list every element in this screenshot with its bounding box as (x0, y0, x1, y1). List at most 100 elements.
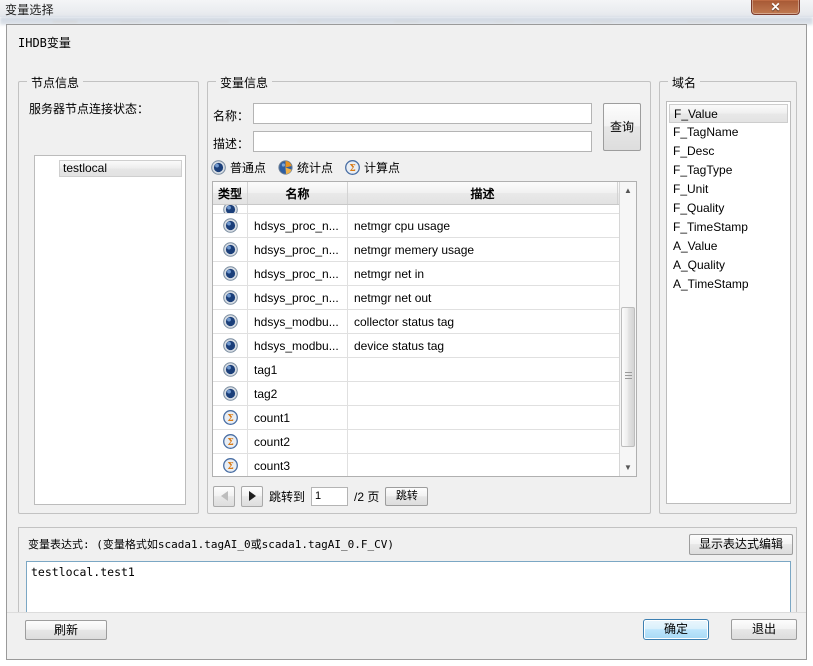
table-cell-name: hdsys_proc_n... (248, 238, 348, 261)
expression-label: 变量表达式: (变量格式如scada1.tagAI_0或scada1.tagAI… (28, 538, 395, 551)
normal-point-icon (213, 310, 248, 333)
normal-point-icon (213, 382, 248, 405)
table-cell-name: tag1 (248, 358, 348, 381)
table-row[interactable]: hdsys_modbu... collector status tag (213, 310, 621, 334)
table-row[interactable]: hdsys_modbu... device status tag (213, 334, 621, 358)
scrollbar-grip-icon (625, 372, 632, 379)
table-row[interactable]: Σcount1 (213, 406, 621, 430)
calculation-point-icon: Σ (213, 454, 248, 476)
point-type-calculation[interactable]: Σ 计算点 (345, 159, 400, 176)
pagination-bar: 跳转到 /2 页 跳转 (213, 485, 429, 507)
variable-table[interactable]: 类型 名称 描述 hdsys_proc_n... netmgr cpu usage… (212, 181, 637, 477)
name-input[interactable] (253, 103, 592, 124)
normal-point-icon (213, 214, 248, 237)
domain-list-item[interactable]: F_Unit (667, 180, 790, 199)
svg-text:Σ: Σ (349, 164, 355, 174)
table-cell-name: hdsys_modbu... (248, 334, 348, 357)
table-cell-description (348, 358, 621, 381)
table-row[interactable]: hdsys_proc_n... netmgr net in (213, 262, 621, 286)
query-button[interactable]: 查询 (603, 103, 641, 151)
node-tree[interactable]: testlocal (34, 155, 186, 505)
table-row[interactable]: hdsys_proc_n... netmgr memery usage (213, 238, 621, 262)
ihdb-section-label: IHDB变量 (18, 36, 71, 50)
table-cell-description: device status tag (354, 338, 445, 353)
table-header-desc: 描述 (348, 182, 618, 204)
table-header-row: 类型 名称 描述 (213, 182, 636, 205)
domain-list-item[interactable]: A_Quality (667, 256, 790, 275)
table-cell-name: count2 (248, 430, 348, 453)
table-cell-description: netmgr net in (354, 266, 425, 281)
variable-info-legend: 变量信息 (216, 74, 273, 91)
table-vertical-scrollbar[interactable]: ▲ ▼ (619, 182, 636, 476)
normal-point-icon (213, 262, 248, 285)
show-expression-editor-button[interactable]: 显示表达式编辑 (689, 534, 793, 555)
table-cell-name: hdsys_proc_n... (248, 214, 348, 237)
table-cell-description (348, 406, 621, 429)
variable-selection-dialog: IHDB变量 节点信息 服务器节点连接状态： testlocal 变量信息 名称… (6, 24, 807, 660)
table-row[interactable]: Σcount3 (213, 454, 621, 476)
table-cell-name: count1 (248, 406, 348, 429)
total-pages-label: /2 页 (354, 489, 380, 504)
table-cell-description: netmgr memery usage (354, 242, 475, 257)
arrow-right-icon (248, 491, 256, 501)
domain-list-item[interactable]: F_TagName (667, 123, 790, 142)
point-type-statistic[interactable]: 统计点 (278, 159, 333, 176)
domain-list-item[interactable]: F_Value (669, 104, 788, 123)
scrollbar-thumb[interactable] (621, 307, 635, 447)
point-type-calculation-label: 计算点 (364, 160, 401, 175)
calculation-point-icon: Σ (213, 406, 248, 429)
normal-point-icon (213, 238, 248, 261)
table-cell-name: tag2 (248, 382, 348, 405)
refresh-button[interactable]: 刷新 (25, 620, 107, 640)
table-cell-name: count3 (248, 454, 348, 476)
window-title: 变量选择 (5, 3, 54, 17)
page-number-input[interactable] (311, 486, 349, 506)
point-type-statistic-label: 统计点 (297, 160, 334, 175)
table-cell-name: hdsys_proc_n... (248, 286, 348, 309)
domain-list-item[interactable]: F_Desc (667, 142, 790, 161)
close-icon: ✕ (770, 0, 781, 14)
table-row[interactable]: tag1 (213, 358, 621, 382)
table-cell-description: netmgr cpu usage (354, 218, 451, 233)
domain-legend: 域名 (668, 74, 701, 91)
exit-button[interactable]: 退出 (731, 619, 797, 640)
node-tree-item-testlocal[interactable]: testlocal (59, 160, 182, 177)
point-type-legend: 普通点 统计点 Σ 计算点 (211, 158, 407, 176)
close-button[interactable]: ✕ (751, 0, 800, 15)
previous-page-button[interactable] (213, 485, 235, 507)
domain-list-item[interactable]: A_TimeStamp (667, 275, 790, 294)
ok-button[interactable]: 确定 (643, 619, 709, 640)
statistic-point-icon (278, 159, 293, 175)
table-row[interactable] (213, 205, 621, 214)
normal-point-icon (213, 334, 248, 357)
table-row[interactable]: Σcount2 (213, 430, 621, 454)
table-row[interactable]: hdsys_proc_n... netmgr cpu usage (213, 214, 621, 238)
table-row[interactable]: tag2 (213, 382, 621, 406)
scroll-down-icon[interactable]: ▼ (620, 459, 636, 476)
next-page-button[interactable] (241, 485, 263, 507)
calculation-point-icon: Σ (213, 430, 248, 453)
name-label: 名称： (213, 109, 250, 123)
dialog-footer: 刷新 确定 退出 (7, 612, 806, 659)
table-row[interactable]: hdsys_proc_n... netmgr net out (213, 286, 621, 310)
svg-text:Σ: Σ (227, 414, 233, 424)
point-type-normal-label: 普通点 (230, 160, 267, 175)
scroll-up-icon[interactable]: ▲ (620, 182, 636, 199)
table-cell-description (348, 454, 621, 476)
domain-list-item[interactable]: A_Value (667, 237, 790, 256)
table-cell-name: hdsys_proc_n... (248, 262, 348, 285)
point-type-normal[interactable]: 普通点 (211, 159, 266, 176)
table-cell-description (348, 382, 621, 405)
calculation-point-icon: Σ (345, 159, 360, 175)
domain-list-item[interactable]: F_TimeStamp (667, 218, 790, 237)
domain-list[interactable]: F_Value F_TagName F_Desc F_TagType F_Unit F_Q… (666, 101, 791, 504)
normal-point-icon (213, 358, 248, 381)
table-header-name: 名称 (248, 182, 348, 204)
table-header-type: 类型 (213, 182, 248, 204)
domain-list-item[interactable]: F_Quality (667, 199, 790, 218)
jump-button[interactable]: 跳转 (385, 486, 429, 506)
normal-point-icon (211, 159, 226, 175)
description-input[interactable] (253, 131, 592, 152)
table-cell-name (248, 205, 348, 213)
domain-list-item[interactable]: F_TagType (667, 161, 790, 180)
